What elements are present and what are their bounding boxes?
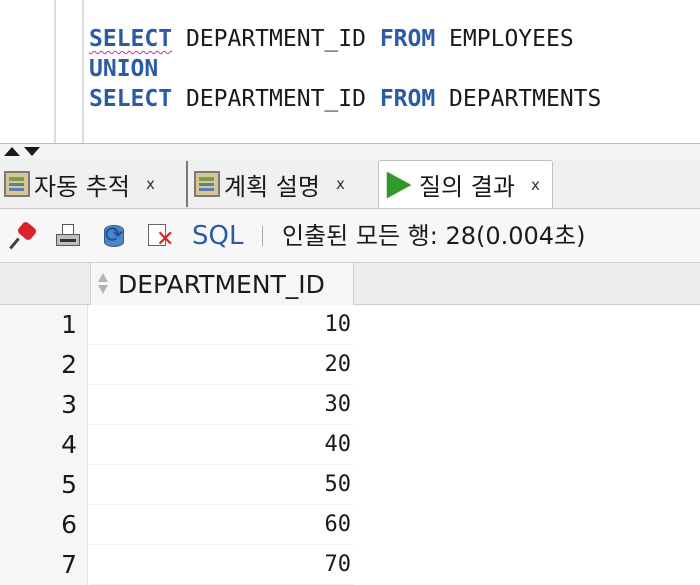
table-row[interactable]: 7 70 — [0, 545, 700, 585]
close-icon[interactable]: x — [531, 176, 540, 194]
sql-button[interactable]: SQL — [192, 219, 243, 253]
tab-explain-plan[interactable]: 계획 설명 x — [186, 161, 345, 207]
results-grid[interactable]: DEPARTMENT_ID 1 10 2 20 3 30 4 40 5 50 6 60 7 70 — [0, 263, 700, 585]
sql-keyword: FROM — [379, 26, 436, 52]
table-row[interactable]: 3 30 — [0, 385, 700, 425]
toolbar-separator — [262, 226, 263, 246]
row-number: 3 — [0, 385, 88, 425]
sql-editor[interactable]: SELECT DEPARTMENT_ID FROM EMPLOYEES UNION… — [0, 0, 700, 143]
row-number: 5 — [0, 465, 88, 505]
expand-down-icon[interactable] — [24, 147, 40, 156]
row-number: 7 — [0, 545, 88, 585]
panel-splitter[interactable] — [0, 143, 700, 159]
tab-label: 자동 추적 — [34, 172, 130, 201]
editor-gutter-border — [54, 0, 56, 143]
row-number: 1 — [0, 305, 88, 345]
table-cell[interactable]: 60 — [90, 505, 354, 545]
expand-up-icon[interactable] — [4, 147, 20, 156]
sql-token: DEPARTMENT_ID — [172, 26, 380, 52]
sql-code[interactable]: SELECT DEPARTMENT_ID FROM EMPLOYEES UNION… — [89, 24, 601, 114]
print-icon[interactable] — [54, 222, 82, 250]
table-row[interactable]: 5 50 — [0, 465, 700, 505]
close-icon[interactable]: x — [146, 175, 155, 193]
row-number: 6 — [0, 505, 88, 545]
table-row[interactable]: 4 40 — [0, 425, 700, 465]
sql-keyword: SELECT — [89, 26, 173, 52]
column-header-label: DEPARTMENT_ID — [118, 269, 325, 299]
row-number: 2 — [0, 345, 88, 385]
run-icon — [387, 171, 411, 198]
column-header-department-id[interactable]: DEPARTMENT_ID — [90, 263, 354, 305]
results-toolbar: ⟳ ✕ SQL 인출된 모든 행: 28(0.004초) — [0, 209, 700, 263]
code-line: SELECT DEPARTMENT_ID FROM EMPLOYEES — [89, 24, 601, 54]
results-tab-bar: 자동 추적 x 계획 설명 x 질의 결과 x — [0, 159, 700, 209]
sql-keyword: SELECT — [89, 86, 173, 112]
code-line: SELECT DEPARTMENT_ID FROM DEPARTMENTS — [89, 84, 601, 114]
sort-icon[interactable] — [96, 271, 110, 297]
tab-query-result[interactable]: 질의 결과 x — [378, 160, 553, 208]
sql-token: DEPARTMENT_ID — [172, 86, 380, 112]
grid-header-row: DEPARTMENT_ID — [0, 263, 700, 305]
table-cell[interactable]: 50 — [90, 465, 354, 505]
table-cell[interactable]: 10 — [90, 305, 354, 345]
table-cell[interactable]: 40 — [90, 425, 354, 465]
tab-autotrace[interactable]: 자동 추적 x — [4, 161, 155, 207]
table-row[interactable]: 6 60 — [0, 505, 700, 545]
code-line: UNION — [89, 54, 601, 84]
table-row[interactable]: 2 20 — [0, 345, 700, 385]
tab-label: 질의 결과 — [419, 173, 515, 201]
sql-keyword: FROM — [379, 86, 436, 112]
sql-token: EMPLOYEES — [435, 26, 574, 52]
fetch-status: 인출된 모든 행: 28(0.004초) — [282, 222, 586, 250]
explain-plan-icon — [194, 171, 220, 197]
close-icon[interactable]: x — [336, 175, 345, 193]
table-cell[interactable]: 30 — [90, 385, 354, 425]
refresh-icon[interactable]: ⟳ — [100, 222, 128, 250]
pin-icon[interactable] — [9, 220, 38, 250]
sql-keyword: UNION — [89, 56, 159, 82]
table-cell[interactable]: 70 — [90, 545, 354, 585]
autotrace-icon — [4, 171, 30, 197]
cancel-fetch-icon[interactable]: ✕ — [146, 222, 174, 251]
sql-token: DEPARTMENTS — [435, 86, 602, 112]
editor-gutter-border — [82, 0, 84, 143]
row-number: 4 — [0, 425, 88, 465]
tab-label: 계획 설명 — [224, 172, 320, 201]
table-cell[interactable]: 20 — [90, 345, 354, 385]
table-row[interactable]: 1 10 — [0, 305, 700, 345]
